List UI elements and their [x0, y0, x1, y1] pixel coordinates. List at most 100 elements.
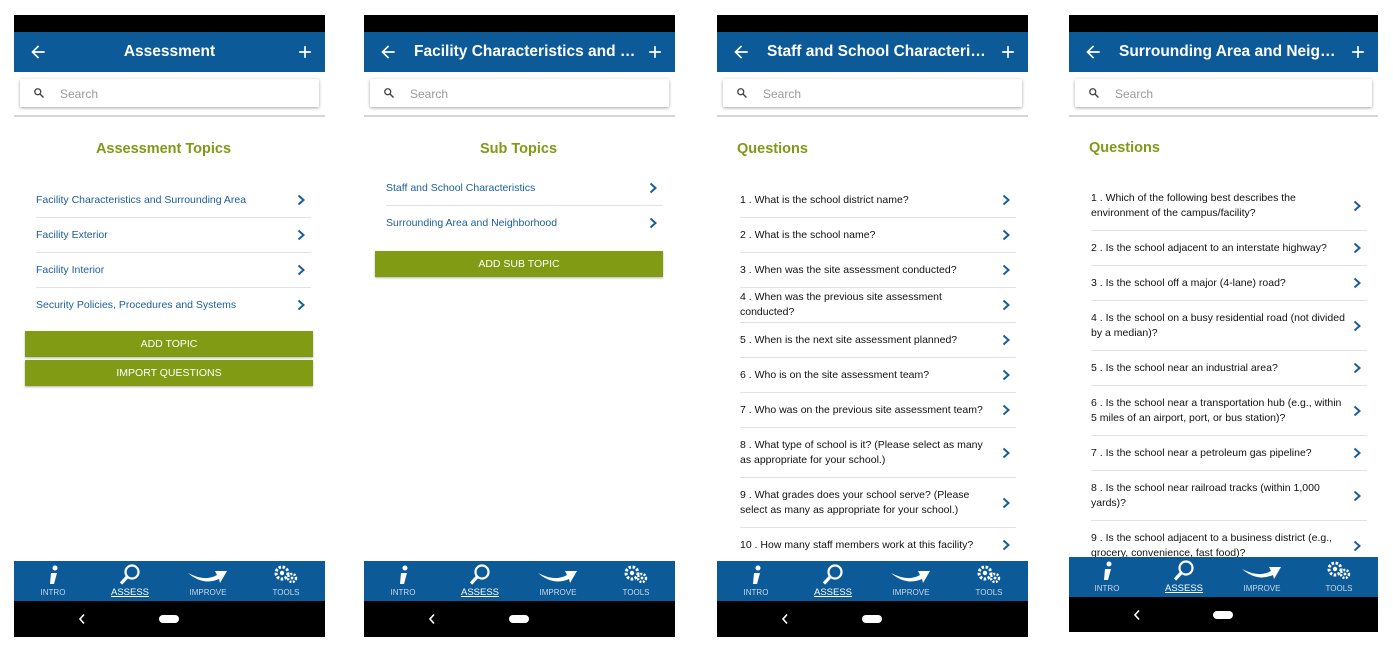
plus-icon[interactable]	[998, 42, 1018, 62]
list-item-label: 3 . When was the site assessment conduct…	[740, 263, 957, 276]
list-item[interactable]: 4 . Is the school on a busy residential …	[1091, 301, 1367, 351]
search-input[interactable]	[408, 83, 612, 105]
nav-label: IMPROVE	[892, 588, 930, 597]
list-item[interactable]: 1 . What is the school district name?	[740, 183, 1016, 218]
chevron-right-icon	[1347, 200, 1367, 212]
list-item[interactable]: 9 . What grades does your school serve? …	[740, 478, 1016, 528]
nav-intro[interactable]: INTRO	[726, 561, 786, 601]
system-nav-bar	[1069, 597, 1378, 632]
add-sub-topic-button[interactable]: ADD SUB TOPIC	[375, 251, 663, 277]
add-topic-button[interactable]: ADD TOPIC	[25, 331, 313, 357]
back-arrow-icon[interactable]	[378, 42, 398, 62]
list-item[interactable]: 2 . Is the school adjacent to an interst…	[1091, 231, 1367, 266]
chevron-right-icon	[1347, 405, 1367, 417]
section-heading: Sub Topics	[479, 141, 558, 157]
nav-assess[interactable]: ASSESS	[803, 561, 863, 601]
list-item-label: 5 . Is the school near an industrial are…	[1091, 361, 1278, 374]
list-item[interactable]: 6 . Is the school near a transportation …	[1091, 386, 1367, 436]
nav-intro[interactable]: INTRO	[1077, 557, 1137, 597]
status-bar	[1069, 15, 1378, 32]
nav-improve[interactable]: IMPROVE	[528, 561, 588, 601]
list-item-label: 3 . Is the school off a major (4-lane) r…	[1091, 276, 1286, 289]
list-item[interactable]: Security Policies, Procedures and System…	[36, 288, 311, 322]
list-item[interactable]: 3 . When was the site assessment conduct…	[740, 253, 1016, 288]
chevron-right-icon	[291, 299, 311, 311]
system-home-button[interactable]	[509, 615, 529, 623]
chevron-right-icon	[643, 182, 663, 194]
bottom-nav: INTRO ASSESS IMPROVE TOOLS	[14, 561, 325, 601]
list-item[interactable]: 3 . Is the school off a major (4-lane) r…	[1091, 266, 1367, 301]
list-item[interactable]: 7 . Is the school near a petroleum gas p…	[1091, 436, 1367, 471]
list-item-label: 5 . When is the next site assessment pla…	[740, 333, 958, 346]
bottom-nav: INTRO ASSESS IMPROVE TOOLS	[717, 561, 1028, 601]
page-title: Facility Characteristics and Surrounding…	[414, 43, 639, 60]
nav-tools[interactable]: TOOLS	[959, 561, 1019, 601]
nav-assess[interactable]: ASSESS	[450, 561, 510, 601]
system-back-icon[interactable]	[428, 613, 436, 625]
search-input[interactable]	[58, 83, 262, 105]
info-icon	[1077, 560, 1137, 582]
nav-improve[interactable]: IMPROVE	[1232, 557, 1292, 597]
chevron-right-icon	[996, 539, 1016, 551]
back-arrow-icon[interactable]	[1083, 42, 1103, 62]
list-item[interactable]: 6 . Who is on the site assessment team?	[740, 358, 1016, 393]
phone-screen-staff-questions: Staff and School Characteristics Questio…	[717, 15, 1028, 637]
search-input[interactable]	[761, 83, 965, 105]
nav-label: INTRO	[1094, 584, 1120, 593]
list-item[interactable]: Facility Exterior	[36, 218, 311, 253]
nav-improve[interactable]: IMPROVE	[178, 561, 238, 601]
search-icon	[384, 88, 394, 98]
plus-icon[interactable]	[1348, 42, 1368, 62]
system-back-icon[interactable]	[1133, 609, 1141, 621]
search-box	[370, 79, 669, 107]
section-heading: Questions	[1089, 140, 1160, 156]
list-item-label: Facility Characteristics and Surrounding…	[36, 193, 247, 206]
plus-icon[interactable]	[295, 42, 315, 62]
list-item[interactable]: 10 . How many staff members work at this…	[740, 528, 1016, 563]
plus-icon[interactable]	[645, 42, 665, 62]
system-home-button[interactable]	[1213, 610, 1233, 619]
list-item[interactable]: 2 . What is the school name?	[740, 218, 1016, 253]
phone-screen-subtopics: Facility Characteristics and Surrounding…	[364, 15, 675, 637]
list-item[interactable]: Surrounding Area and Neighborhood	[386, 206, 663, 240]
list-item[interactable]: Facility Interior	[36, 253, 311, 288]
chevron-right-icon	[1347, 320, 1367, 332]
system-home-button[interactable]	[159, 615, 179, 623]
search-box	[20, 79, 319, 107]
nav-tools[interactable]: TOOLS	[256, 561, 316, 601]
nav-tools[interactable]: TOOLS	[1309, 557, 1369, 597]
chevron-right-icon	[996, 404, 1016, 416]
system-home-button[interactable]	[862, 615, 882, 623]
search-box	[723, 79, 1022, 107]
page-title: Staff and School Characteristics	[767, 43, 992, 60]
status-bar	[364, 15, 675, 32]
nav-assess[interactable]: ASSESS	[1154, 557, 1214, 597]
search-input[interactable]	[1113, 83, 1317, 105]
nav-tools[interactable]: TOOLS	[606, 561, 666, 601]
list-item[interactable]: 5 . When is the next site assessment pla…	[740, 323, 1016, 358]
nav-assess[interactable]: ASSESS	[100, 561, 160, 601]
list-item[interactable]: 8 . Is the school near railroad tracks (…	[1091, 471, 1367, 521]
nav-intro[interactable]: INTRO	[23, 561, 83, 601]
list-item[interactable]: Facility Characteristics and Surrounding…	[36, 183, 311, 218]
nav-label: TOOLS	[272, 588, 300, 597]
list-item[interactable]: 1 . Which of the following best describe…	[1091, 182, 1367, 231]
chevron-right-icon	[996, 299, 1016, 311]
nav-intro[interactable]: INTRO	[373, 561, 433, 601]
list-item[interactable]: Staff and School Characteristics	[386, 171, 663, 206]
import-questions-button[interactable]: IMPORT QUESTIONS	[25, 360, 313, 386]
system-back-icon[interactable]	[78, 613, 86, 625]
back-arrow-icon[interactable]	[731, 42, 751, 62]
list-item[interactable]: 7 . Who was on the previous site assessm…	[740, 393, 1016, 428]
list-item[interactable]: 4 . When was the previous site assessmen…	[740, 288, 1016, 323]
nav-improve[interactable]: IMPROVE	[881, 561, 941, 601]
phone-screen-surrounding-questions: Surrounding Area and Neighborhood Questi…	[1069, 15, 1378, 632]
list-item[interactable]: 8 . What type of school is it? (Please s…	[740, 428, 1016, 478]
back-arrow-icon[interactable]	[28, 42, 48, 62]
chevron-right-icon	[643, 217, 663, 229]
system-back-icon[interactable]	[781, 613, 789, 625]
list-item-label: 4 . Is the school on a busy residential …	[1091, 311, 1345, 339]
list-item[interactable]: 5 . Is the school near an industrial are…	[1091, 351, 1367, 386]
nav-label: IMPROVE	[1243, 584, 1281, 593]
chevron-right-icon	[996, 229, 1016, 241]
